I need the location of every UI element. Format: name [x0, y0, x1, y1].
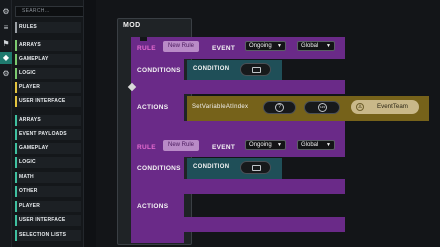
condition-label: CONDITION — [193, 66, 230, 72]
settings-icon[interactable]: ⚙ — [0, 68, 12, 80]
toolbox-sidebar: SEARCH... RULES ARRAYS GAMEPLAY LOGIC PL… — [12, 0, 84, 247]
category-gameplay[interactable]: GAMEPLAY — [15, 54, 81, 65]
category-player[interactable]: PLAYER — [15, 82, 81, 93]
category-arrays[interactable]: ARRAYS — [15, 40, 81, 51]
new-rule-button[interactable]: New Rule — [163, 41, 200, 52]
category-arrays-2[interactable]: ARRAYS — [15, 115, 81, 126]
category-player-2[interactable]: PLAYER — [15, 201, 81, 212]
category-logic[interactable]: LOGIC — [15, 68, 81, 79]
event-dropdown[interactable]: Ongoing ▼ — [245, 41, 286, 51]
scope-dropdown-value: Global — [301, 43, 319, 49]
category-user-interface[interactable]: USER INTERFACE — [15, 96, 81, 107]
rule-notch — [140, 37, 147, 41]
chevron-down-icon: ▼ — [277, 142, 282, 148]
conditions-bar-1 — [184, 80, 345, 94]
slot-icon — [252, 165, 261, 171]
action-arg-slot-1[interactable]: ? — [263, 101, 296, 114]
condition-slot[interactable] — [240, 161, 271, 174]
scope-dropdown[interactable]: Global ▼ — [297, 140, 335, 150]
condition-slot[interactable] — [240, 63, 271, 76]
mod-label: MOD — [123, 22, 141, 29]
category-logic-2[interactable]: LOGIC — [15, 157, 81, 168]
conditions-bar-2 — [184, 179, 345, 194]
conditions-label: CONDITIONS — [137, 165, 181, 172]
blocks-icon[interactable]: ◆ — [0, 52, 12, 64]
action-name: SetVariableAtIndex — [192, 104, 249, 110]
chevron-down-icon: ▼ — [326, 43, 331, 49]
event-dropdown[interactable]: Ongoing ▼ — [245, 140, 286, 150]
actions-bar-2 — [184, 217, 345, 232]
category-other[interactable]: OTHER — [15, 186, 81, 197]
chevron-down-icon: ▼ — [277, 43, 282, 49]
action-arg-slot-2[interactable]: 123 — [304, 101, 340, 114]
gear-icon[interactable]: ⚙ — [0, 6, 12, 18]
condition-label: CONDITION — [193, 164, 230, 170]
event-team-label: EventTeam — [377, 103, 408, 110]
flag-icon[interactable]: ⚑ — [0, 38, 12, 50]
scope-dropdown-value: Global — [301, 142, 319, 148]
rule-label: RULE — [137, 144, 156, 151]
scope-dropdown[interactable]: Global ▼ — [297, 41, 335, 51]
event-label: EVENT — [212, 45, 236, 52]
chevron-down-icon: ▼ — [326, 142, 331, 148]
search-input[interactable]: SEARCH... — [15, 6, 83, 17]
slot-icon — [252, 67, 261, 73]
category-gameplay-2[interactable]: GAMEPLAY — [15, 143, 81, 154]
rules-icon[interactable]: ≡ — [0, 22, 12, 34]
event-dropdown-value: Ongoing — [249, 43, 272, 49]
actions-label: ACTIONS — [137, 104, 169, 111]
actions-label: ACTIONS — [137, 203, 169, 210]
rule-label: RULE — [137, 45, 156, 52]
event-label: EVENT — [212, 144, 236, 151]
category-rules[interactable]: RULES — [15, 22, 81, 33]
question-icon: ? — [275, 103, 284, 112]
category-math[interactable]: MATH — [15, 172, 81, 183]
team-icon: ∆ — [356, 103, 364, 111]
number-icon: 123 — [318, 103, 327, 112]
event-dropdown-value: Ongoing — [249, 142, 272, 148]
conditions-label: CONDITIONS — [137, 67, 181, 74]
category-event-payloads[interactable]: EVENT PAYLOADS — [15, 129, 81, 140]
new-rule-button[interactable]: New Rule — [163, 140, 200, 151]
left-icon-strip: ⚙ ≡ ⚑ ◆ ⚙ — [0, 0, 12, 247]
category-selection-lists[interactable]: SELECTION LISTS — [15, 230, 81, 241]
category-user-interface-2[interactable]: USER INTERFACE — [15, 215, 81, 226]
